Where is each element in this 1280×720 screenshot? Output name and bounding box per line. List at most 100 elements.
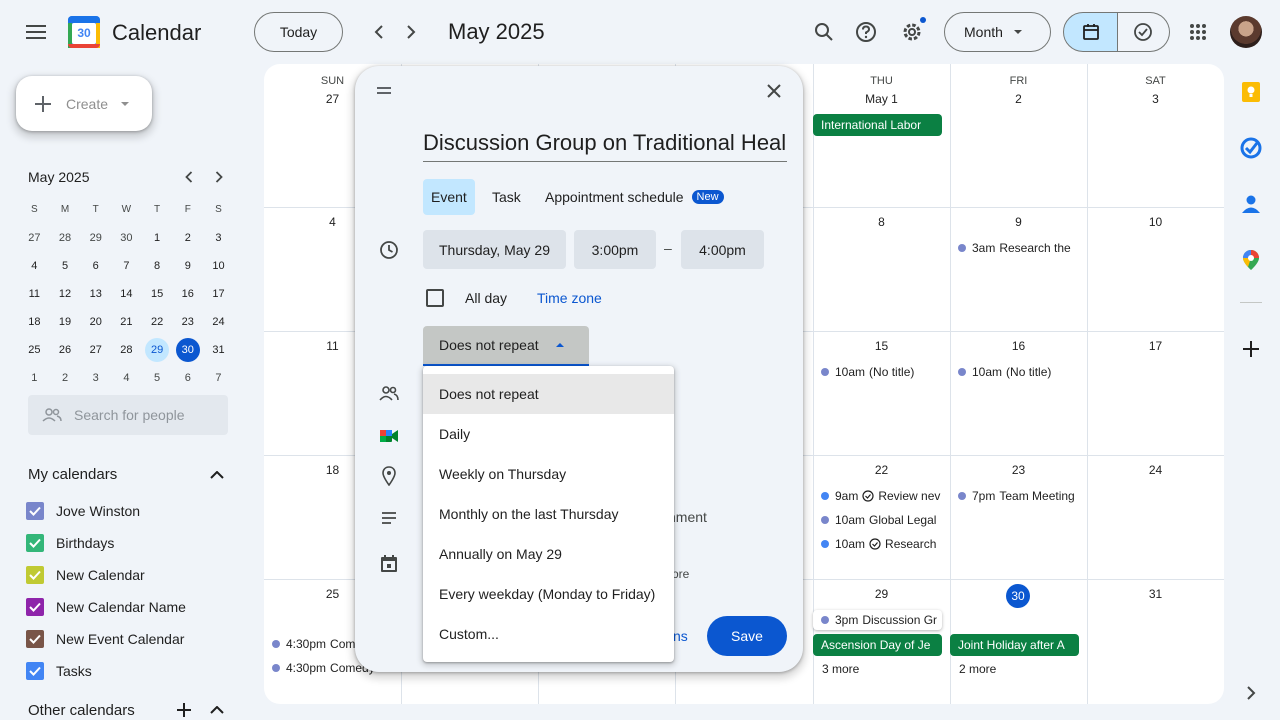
event-item[interactable]: 10am Global Legal [813,510,941,530]
mini-day[interactable]: 28 [111,338,142,362]
add-addon-icon[interactable] [1240,338,1262,360]
date-number[interactable]: 8 [813,215,950,229]
time-zone-link[interactable]: Time zone [537,290,602,306]
mini-day[interactable]: 7 [111,254,142,278]
close-dialog-button[interactable] [754,71,794,111]
holiday-chip[interactable]: International Labor [813,114,942,136]
mini-day[interactable]: 15 [142,282,173,306]
date-number[interactable]: 15 [813,339,950,353]
mini-day[interactable]: 27 [19,226,50,250]
mini-day[interactable]: 31 [203,338,234,362]
repeat-dropdown[interactable]: Does not repeat [423,326,589,366]
repeat-option[interactable]: Does not repeat [423,374,674,414]
mini-day[interactable]: 4 [111,366,142,390]
mini-day[interactable]: 22 [142,310,173,334]
mini-day[interactable]: 4 [19,254,50,278]
date-number[interactable]: 9 [950,215,1087,229]
mini-day[interactable]: 18 [19,310,50,334]
mini-prev-button[interactable] [174,162,204,192]
mini-day[interactable]: 10 [203,254,234,278]
mini-day[interactable]: 3 [203,226,234,250]
mini-day[interactable]: 24 [203,310,234,334]
mini-day[interactable]: 3 [80,366,111,390]
mini-day[interactable]: 1 [19,366,50,390]
date-number[interactable]: 3 [1087,92,1224,106]
calendar-checkbox[interactable] [26,662,44,680]
mini-day[interactable]: 5 [50,254,81,278]
other-calendars-title[interactable]: Other calendars [28,702,135,719]
mini-day[interactable]: 25 [19,338,50,362]
calendar-checkbox[interactable] [26,566,44,584]
holiday-chip[interactable]: Joint Holiday after A [950,634,1079,656]
date-number[interactable]: 2 [950,92,1087,106]
mini-day[interactable]: 20 [80,310,111,334]
other-calendars-collapse-button[interactable] [201,694,233,720]
calendar-logo[interactable]: 30 [68,16,100,48]
calendar-view-toggle[interactable] [1063,12,1118,52]
task-item[interactable]: 9am Review nev [813,486,941,506]
mini-day[interactable]: 11 [19,282,50,306]
mini-next-button[interactable] [204,162,234,192]
date-number[interactable]: May 1 [813,92,950,106]
apps-button[interactable] [1178,12,1218,52]
date-field[interactable]: Thursday, May 29 [423,230,566,269]
repeat-option[interactable]: Custom... [423,614,674,654]
mini-day[interactable]: 14 [111,282,142,306]
mini-day[interactable]: 17 [203,282,234,306]
main-menu-button[interactable] [16,12,56,52]
drag-handle-icon[interactable] [377,87,391,95]
next-month-button[interactable] [391,12,431,52]
mini-day[interactable]: 23 [172,310,203,334]
calendar-list-item[interactable]: Birthdays [26,527,114,559]
save-button[interactable]: Save [707,616,787,656]
view-selector-button[interactable]: Month [944,12,1051,52]
more-events-link[interactable]: 2 more [959,662,996,676]
more-events-link[interactable]: 3 more [822,662,859,676]
my-calendars-collapse-button[interactable] [201,459,233,491]
calendar-checkbox[interactable] [26,598,44,616]
mini-day[interactable]: 6 [172,366,203,390]
mini-day[interactable]: 28 [50,226,81,250]
start-time-field[interactable]: 3:00pm [574,230,656,269]
keep-icon[interactable] [1240,81,1262,103]
contacts-icon[interactable] [1240,193,1262,215]
calendar-checkbox[interactable] [26,502,44,520]
tab-event[interactable]: Event [423,179,475,215]
mini-day[interactable]: 7 [203,366,234,390]
mini-day[interactable]: 6 [80,254,111,278]
mini-day[interactable]: 30 [111,226,142,250]
tab-task[interactable]: Task [484,179,529,215]
mini-day[interactable]: 26 [50,338,81,362]
more-options-fragment[interactable]: ns [673,628,688,644]
repeat-option[interactable]: Annually on May 29 [423,534,674,574]
calendar-list-item[interactable]: New Event Calendar [26,623,184,655]
add-other-calendar-button[interactable] [168,694,200,720]
event-item[interactable]: 3am Research the [950,238,1078,258]
mini-day[interactable]: 19 [50,310,81,334]
date-number[interactable]: 24 [1087,463,1224,477]
search-people-field[interactable]: Search for people [28,395,228,435]
mini-day[interactable]: 29 [142,338,173,362]
holiday-chip[interactable]: Ascension Day of Je [813,634,942,656]
calendar-list-item[interactable]: Jove Winston [26,495,140,527]
calendar-checkbox[interactable] [26,630,44,648]
all-day-checkbox[interactable] [426,289,444,307]
date-number[interactable]: 31 [1087,587,1224,601]
tasks-app-icon[interactable] [1240,137,1262,159]
mini-day[interactable]: 13 [80,282,111,306]
end-time-field[interactable]: 4:00pm [681,230,764,269]
help-button[interactable] [846,12,886,52]
date-number[interactable]: 29 [813,587,950,601]
maps-icon[interactable] [1240,249,1262,271]
event-item[interactable]: 10am (No title) [813,362,941,382]
mini-day[interactable]: 8 [142,254,173,278]
event-title-input[interactable]: Discussion Group on Traditional Heali [423,130,787,162]
today-button[interactable]: Today [254,12,343,52]
repeat-option[interactable]: Every weekday (Monday to Friday) [423,574,674,614]
mini-day[interactable]: 27 [80,338,111,362]
repeat-option[interactable]: Daily [423,414,674,454]
date-number[interactable]: 23 [950,463,1087,477]
expand-panel-icon[interactable] [1240,682,1262,704]
mini-day[interactable]: 5 [142,366,173,390]
mini-day[interactable]: 2 [172,226,203,250]
